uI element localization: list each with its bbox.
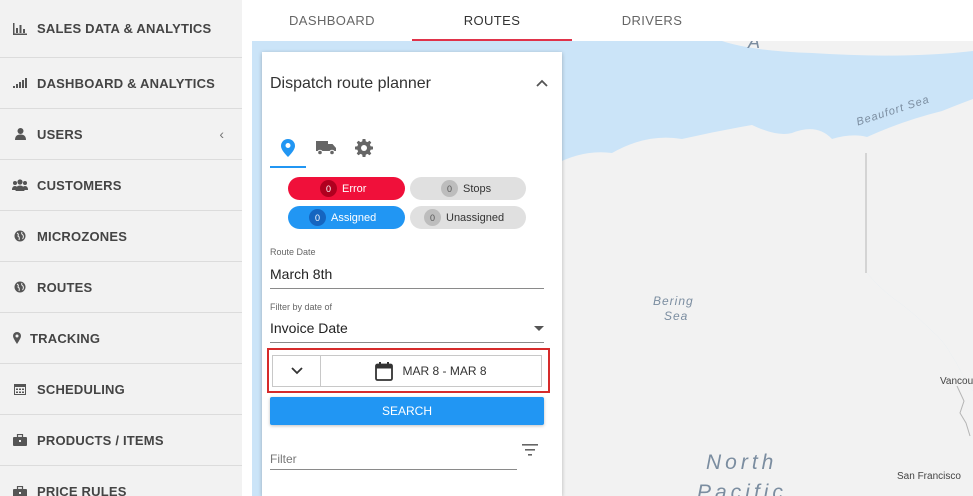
sidebar-item-label: USERS	[37, 126, 83, 142]
filter-list-icon[interactable]	[521, 443, 539, 457]
chevron-left-icon[interactable]: ‹	[219, 126, 224, 142]
tab-drivers[interactable]: DRIVERS	[572, 0, 732, 41]
tab-routes[interactable]: ROUTES	[412, 0, 572, 41]
panel-tabs	[270, 130, 384, 168]
sidebar-item-sales-data-analytics[interactable]: SALES DATA & ANALYTICS	[0, 0, 242, 58]
briefcase-icon	[12, 485, 28, 496]
sidebar-item-microzones[interactable]: MICROZONES	[0, 211, 242, 262]
tab-dashboard[interactable]: DASHBOARD	[252, 0, 412, 41]
panel-tab-settings[interactable]	[346, 130, 382, 166]
sidebar-item-label: PRICE RULES	[37, 484, 127, 496]
sidebar-item-label: SALES DATA & ANALYTICS	[37, 21, 212, 36]
map-label-top: A	[748, 41, 764, 52]
unassigned-count: 0	[424, 209, 441, 226]
truck-icon	[316, 141, 336, 155]
panel-tab-locations[interactable]	[270, 130, 306, 168]
globe-icon	[12, 229, 28, 243]
route-date-label: Route Date	[270, 247, 316, 257]
map-pin-icon	[12, 331, 22, 345]
sidebar-item-label: ROUTES	[37, 279, 93, 295]
dispatch-panel: Dispatch route planner 0 Error 0 Stops 0…	[262, 52, 562, 496]
sidebar-item-label: MICROZONES	[37, 228, 128, 244]
sidebar-item-customers[interactable]: CUSTOMERS	[0, 160, 242, 211]
sidebar-item-tracking[interactable]: TRACKING	[0, 313, 242, 364]
assigned-count: 0	[309, 209, 326, 226]
error-label: Error	[342, 182, 367, 195]
assigned-label: Assigned	[331, 211, 377, 224]
route-date-field[interactable]: March 8th	[270, 266, 544, 289]
range-toggle-button[interactable]	[272, 355, 320, 387]
sidebar-item-label: SCHEDULING	[37, 381, 125, 397]
date-range-button[interactable]: MAR 8 - MAR 8	[320, 355, 542, 387]
sidebar-item-dashboard-analytics[interactable]: DASHBOARD & ANALYTICS	[0, 58, 242, 109]
map-label-sea: Sea	[664, 309, 689, 323]
panel-title: Dispatch route planner	[270, 75, 431, 92]
map-label-vancouver: Vancou	[940, 376, 973, 387]
unassigned-chip[interactable]: 0 Unassigned	[410, 206, 526, 229]
sidebar: SALES DATA & ANALYTICS DASHBOARD & ANALY…	[0, 0, 242, 496]
error-count: 0	[320, 180, 337, 197]
briefcase-icon	[12, 433, 28, 447]
calendar-icon	[12, 382, 28, 396]
sidebar-item-users[interactable]: USERS ‹	[0, 109, 242, 160]
stops-chip[interactable]: 0 Stops	[410, 177, 526, 200]
map-marker-icon	[281, 139, 295, 157]
map-label-sanfrancisco: San Francisco	[897, 471, 961, 482]
stops-label: Stops	[463, 182, 492, 195]
chevron-up-icon[interactable]	[536, 78, 548, 88]
map-label-bering: Bering	[653, 294, 694, 308]
sidebar-item-scheduling[interactable]: SCHEDULING	[0, 364, 242, 415]
panel-tab-vehicles[interactable]	[308, 130, 344, 166]
gear-icon	[355, 139, 373, 157]
stops-count: 0	[441, 180, 458, 197]
date-range-text: MAR 8 - MAR 8	[402, 364, 487, 378]
dropdown-arrow-icon[interactable]	[534, 326, 544, 331]
unassigned-label: Unassigned	[446, 211, 505, 224]
sidebar-item-price-rules[interactable]: PRICE RULES	[0, 466, 242, 496]
sidebar-item-products-items[interactable]: PRODUCTS / ITEMS	[0, 415, 242, 466]
sidebar-item-label: TRACKING	[30, 330, 101, 346]
filter-by-select[interactable]: Invoice Date	[270, 320, 544, 343]
chevron-down-icon	[290, 367, 303, 375]
filter-by-label: Filter by date of	[270, 302, 333, 312]
sidebar-item-label: DASHBOARD & ANALYTICS	[37, 75, 216, 91]
map-label-pacific: Pacific	[697, 481, 787, 496]
sidebar-item-label: CUSTOMERS	[37, 177, 122, 193]
signal-bars-icon	[12, 76, 28, 90]
bar-chart-icon	[12, 22, 28, 36]
map-label-north: North	[706, 451, 778, 474]
date-range-picker: MAR 8 - MAR 8	[267, 348, 550, 393]
calendar-icon	[375, 361, 394, 381]
user-icon	[12, 127, 28, 141]
users-group-icon	[12, 178, 28, 192]
assigned-chip[interactable]: 0 Assigned	[288, 206, 405, 229]
filter-input[interactable]	[270, 442, 517, 470]
error-chip[interactable]: 0 Error	[288, 177, 405, 200]
search-button[interactable]: SEARCH	[270, 397, 544, 425]
main-tabs: DASHBOARD ROUTES DRIVERS	[252, 0, 973, 41]
sidebar-item-routes[interactable]: ROUTES	[0, 262, 242, 313]
sidebar-item-label: PRODUCTS / ITEMS	[37, 432, 164, 448]
globe-icon	[12, 280, 28, 294]
